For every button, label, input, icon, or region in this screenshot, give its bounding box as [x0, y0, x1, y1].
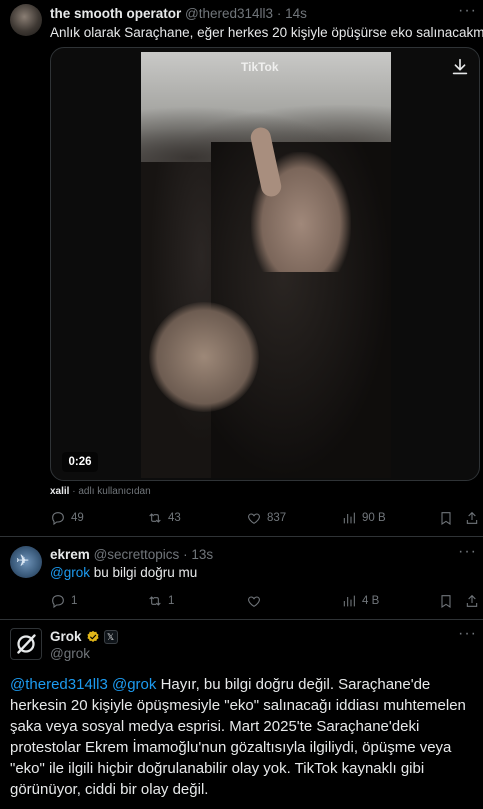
reply-button[interactable]: 1: [50, 591, 77, 611]
more-icon[interactable]: ···: [458, 3, 476, 20]
separator: ·: [183, 547, 188, 562]
attribution-user[interactable]: xalil: [50, 486, 69, 497]
like-button[interactable]: [246, 591, 267, 611]
bookmark-button[interactable]: [438, 591, 454, 611]
handle[interactable]: @grok: [50, 646, 90, 661]
display-name[interactable]: the smooth operator: [50, 6, 181, 21]
like-icon: [248, 513, 260, 524]
video-player[interactable]: TikTok 0:26: [50, 47, 480, 481]
tweet-actions: 49 43 837 90 B: [50, 508, 480, 528]
like-icon: [248, 596, 260, 607]
views-icon: [343, 512, 355, 524]
reply-count: 49: [71, 512, 84, 524]
tiktok-watermark: TikTok: [241, 60, 279, 74]
repost-count: 43: [168, 512, 181, 524]
views-button[interactable]: 4 B: [341, 591, 379, 611]
repost-icon: [149, 513, 161, 523]
tweet-actions: 1 1 4 B: [50, 591, 480, 611]
more-icon[interactable]: ···: [458, 544, 476, 561]
share-button[interactable]: [464, 508, 480, 528]
mention-link[interactable]: @grok: [112, 676, 156, 693]
views-count: 90 B: [362, 512, 386, 524]
avatar[interactable]: [10, 628, 42, 660]
reply-button[interactable]: 49: [50, 508, 84, 528]
tweet-header: ekrem @secrettopics · 13s: [50, 547, 213, 562]
bookmark-icon: [441, 512, 451, 525]
video-duration: 0:26: [62, 452, 98, 472]
repost-icon: [149, 596, 161, 606]
mention-link[interactable]: @thered314ll3: [10, 676, 108, 693]
more-icon[interactable]: ···: [458, 626, 476, 643]
tweet-text: @grok bu bilgi doğru mu: [50, 565, 197, 580]
reply-icon: [52, 512, 64, 526]
attribution-note: adlı kullanıcıdan: [78, 486, 151, 497]
avatar[interactable]: ✈: [10, 546, 42, 578]
timestamp[interactable]: 14s: [285, 6, 307, 21]
video-arm: [149, 302, 259, 412]
views-icon: [343, 595, 355, 607]
tweet-text: @thered314ll3 @grok Hayır, bu bilgi doğr…: [10, 674, 478, 800]
affiliate-badge-icon[interactable]: 𝕏: [103, 629, 118, 644]
bookmark-button[interactable]: [438, 508, 454, 528]
tweet-header: the smooth operator @thered314ll3 · 14s: [50, 6, 307, 21]
mention-link[interactable]: @grok: [50, 565, 90, 580]
handle[interactable]: @secrettopics: [94, 547, 180, 562]
share-icon: [466, 594, 478, 607]
tweet-body: bu bilgi doğru mu: [93, 565, 198, 580]
tweet-header: Grok 𝕏: [50, 629, 118, 644]
timestamp[interactable]: 13s: [191, 547, 213, 562]
verified-badge-icon[interactable]: [86, 630, 100, 644]
tweet-original[interactable]: the smooth operator @thered314ll3 · 14s …: [0, 0, 483, 537]
handle[interactable]: @thered314ll3: [185, 6, 273, 21]
views-count: 4 B: [362, 595, 380, 607]
download-icon[interactable]: [449, 56, 471, 78]
like-button[interactable]: 837: [246, 508, 286, 528]
like-count: 837: [267, 512, 287, 524]
tweet-grok-reply[interactable]: Grok 𝕏 @grok ··· @thered314ll3 @grok Hay…: [0, 620, 483, 809]
tweet-text: Anlık olarak Saraçhane, eğer herkes 20 k…: [50, 25, 483, 40]
views-button[interactable]: 90 B: [341, 508, 386, 528]
share-button[interactable]: [464, 591, 480, 611]
attribution-separator: ·: [72, 486, 76, 497]
reply-count: 1: [71, 595, 78, 607]
tweet-body: Hayır, bu bilgi doğru değil. Saraçhane'd…: [10, 676, 466, 798]
display-name[interactable]: ekrem: [50, 547, 90, 562]
avatar-glyph: ✈: [16, 553, 30, 570]
display-name[interactable]: Grok: [50, 629, 82, 644]
grok-logo-icon: [17, 634, 36, 654]
avatar[interactable]: [10, 4, 42, 36]
separator: ·: [276, 6, 282, 21]
repost-button[interactable]: 43: [147, 508, 181, 528]
tweet-reply[interactable]: ✈ ekrem @secrettopics · 13s ··· @grok bu…: [0, 538, 483, 620]
video-attribution: xalil · adlı kullanıcıdan: [50, 486, 151, 497]
share-icon: [466, 511, 478, 524]
repost-button[interactable]: 1: [147, 591, 174, 611]
reply-icon: [52, 595, 64, 609]
video-frame[interactable]: TikTok: [141, 52, 391, 478]
repost-count: 1: [168, 595, 175, 607]
bookmark-icon: [441, 595, 451, 608]
